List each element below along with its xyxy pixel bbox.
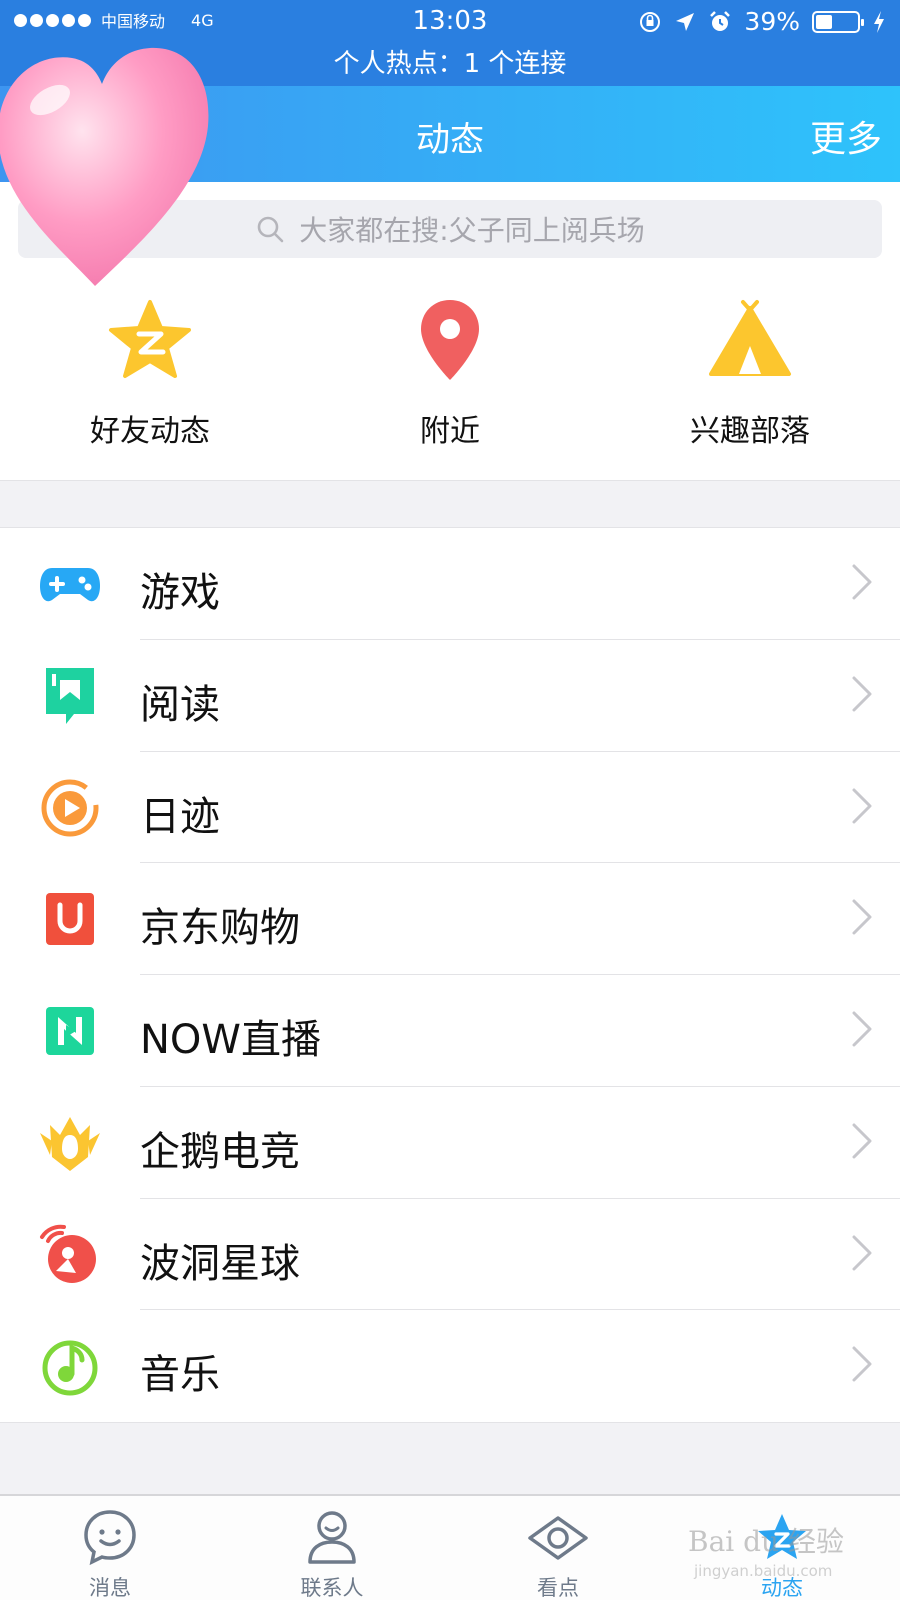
quick-label-tribe: 兴趣部落 [690, 414, 810, 449]
tab-label: 联系人 [300, 1576, 364, 1600]
list-label: 阅读 [140, 681, 220, 728]
now-live-icon [46, 1007, 94, 1055]
esports-crown-icon [40, 1116, 100, 1171]
heart-sticker-icon [0, 47, 209, 286]
chevron-right-icon [852, 1123, 872, 1159]
alarm-icon [710, 10, 731, 31]
quick-entries: 好友动态 附近 兴趣部落 [0, 296, 900, 449]
battery-percent: 39% [744, 7, 800, 36]
bookmark-icon [46, 667, 94, 724]
qzone-star-icon [109, 300, 191, 378]
list-item-jd-shopping[interactable]: 京东购物 [0, 863, 900, 975]
quick-label-friends: 好友动态 [90, 414, 210, 449]
eye-icon [528, 1516, 588, 1560]
quick-label-nearby: 附近 [420, 414, 480, 449]
tab-kandian[interactable]: 看点 [498, 1506, 618, 1600]
location-arrow-icon [676, 12, 695, 31]
chevron-right-icon [852, 788, 872, 823]
contact-person-icon [308, 1511, 356, 1564]
location-pin-icon [421, 300, 479, 380]
charging-bolt-icon [874, 10, 884, 33]
gamepad-icon [40, 568, 100, 602]
list-item-games[interactable]: 游戏 [0, 528, 900, 640]
watermark-brand: Bai du 经验 [688, 1525, 844, 1558]
chat-smile-icon [84, 1510, 136, 1566]
section-divider [0, 480, 900, 528]
list-label: NOW直播 [140, 1017, 321, 1063]
list-label: 音乐 [140, 1352, 220, 1399]
chevron-right-icon [852, 1011, 872, 1047]
tab-label: 消息 [89, 1576, 131, 1600]
quick-entry-friends[interactable]: 好友动态 [40, 296, 260, 450]
feature-list: 游戏 阅读 日迹 京东购物 NOW直播 企鹅电竞 波洞星球 音乐 [0, 528, 900, 1422]
more-button[interactable]: 更多 [810, 110, 882, 162]
tab-messages[interactable]: 消息 [50, 1506, 170, 1600]
battery-icon [812, 10, 864, 33]
list-label: 游戏 [140, 570, 220, 616]
search-placeholder: 大家都在搜:父子同上阅兵场 [299, 214, 645, 247]
chevron-right-icon [852, 1235, 872, 1270]
quick-entry-nearby[interactable]: 附近 [340, 296, 560, 450]
jd-u-icon [46, 893, 94, 946]
list-item-music[interactable]: 音乐 [0, 1310, 900, 1422]
bodong-planet-icon [40, 1224, 96, 1283]
chevron-right-icon [852, 899, 872, 935]
list-item-bodong[interactable]: 波洞星球 [0, 1199, 900, 1311]
list-item-now-live[interactable]: NOW直播 [0, 975, 900, 1087]
list-item-reading[interactable]: 阅读 [0, 640, 900, 752]
list-label: 京东购物 [140, 905, 300, 952]
section-divider-bottom [0, 1422, 900, 1494]
tent-icon [709, 300, 791, 376]
baidu-watermark: Bai du 经验 jingyan.baidu.com [688, 1504, 888, 1594]
list-item-esports[interactable]: 企鹅电竞 [0, 1087, 900, 1199]
list-label: 日迹 [140, 793, 220, 840]
list-label: 企鹅电竞 [140, 1128, 300, 1175]
quick-entry-tribe[interactable]: 兴趣部落 [640, 296, 860, 450]
status-right: 39% [638, 7, 886, 36]
chevron-right-icon [852, 564, 872, 600]
music-note-icon [42, 1340, 98, 1396]
list-item-diary[interactable]: 日迹 [0, 752, 900, 864]
watermark-url: jingyan.baidu.com [694, 1562, 833, 1580]
chevron-right-icon [852, 676, 872, 712]
chevron-right-icon [852, 1346, 872, 1382]
tab-label: 看点 [537, 1576, 579, 1600]
list-label: 波洞星球 [140, 1240, 300, 1287]
search-icon [257, 216, 284, 243]
rotation-lock-icon [640, 11, 661, 32]
tab-contacts[interactable]: 联系人 [272, 1506, 392, 1600]
play-circle-icon [41, 779, 99, 836]
